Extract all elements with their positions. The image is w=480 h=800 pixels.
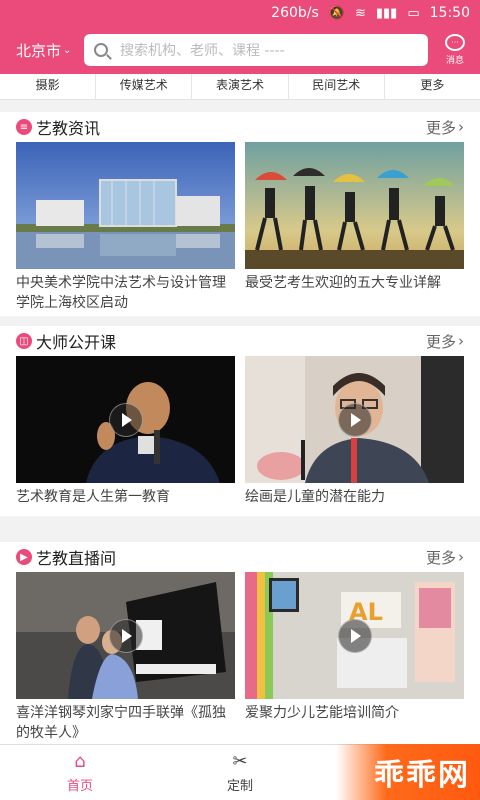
city-selector[interactable]: 北京市 ⌄ <box>16 40 74 61</box>
book-icon: ◫ <box>16 333 32 349</box>
chat-bubble-icon: ··· <box>445 34 465 51</box>
watermark-logo: 乖乖网 <box>336 744 480 800</box>
play-icon[interactable] <box>108 402 143 437</box>
search-box[interactable]: 搜索机构、老师、课程 ---- <box>84 34 428 66</box>
play-icon[interactable] <box>337 618 372 653</box>
more-link[interactable]: 更多 › <box>426 547 464 568</box>
category-item[interactable]: 传媒艺术 <box>96 74 193 99</box>
section-title: ≡ 艺教资讯 <box>16 115 100 139</box>
battery-icon: ▭ <box>407 5 420 21</box>
training-center-video-thumbnail: AL <box>245 572 464 699</box>
tab-home[interactable]: ⌂ 首页 <box>0 745 160 800</box>
more-link[interactable]: 更多 › <box>426 331 464 352</box>
live-card[interactable]: AL 爱聚力少儿艺能培训简介 <box>245 572 464 743</box>
message-label: 消息 <box>445 56 464 66</box>
section-live-room: ▶ 艺教直播间 更多 › 喜洋洋钢琴刘家宁四手联弹《孤独的牧羊人》 AL 爱聚力… <box>0 542 480 744</box>
category-item[interactable]: 更多 <box>385 74 480 99</box>
live-caption: 爱聚力少儿艺能培训简介 <box>245 705 399 721</box>
news-card[interactable]: 中央美术学院中法艺术与设计管理学院上海校区启动 <box>16 142 235 313</box>
tab-label: 首页 <box>66 778 93 794</box>
section-title-text: 大师公开课 <box>36 333 117 352</box>
section-title-text: 艺教资讯 <box>36 119 101 138</box>
video-card[interactable]: 绘画是儿童的潜在能力 <box>245 356 464 507</box>
chevron-right-icon: › <box>458 548 464 566</box>
city-label: 北京市 <box>16 41 62 60</box>
play-icon[interactable] <box>337 402 372 437</box>
scissors-icon: ✂ <box>232 750 248 772</box>
tab-custom[interactable]: ✂ 定制 <box>160 745 320 800</box>
live-caption: 喜洋洋钢琴刘家宁四手联弹《孤独的牧羊人》 <box>16 705 226 741</box>
signal-icon: ▮▮▮ <box>375 5 398 21</box>
video-caption: 艺术教育是人生第一教育 <box>16 489 170 505</box>
piano-video-thumbnail <box>16 572 235 699</box>
category-strip: 摄影 传媒艺术 表演艺术 民间艺术 更多 <box>0 74 480 100</box>
play-icon[interactable] <box>108 618 143 653</box>
top-header: 北京市 ⌄ 搜索机构、老师、课程 ---- ··· 消息 <box>0 26 480 74</box>
video-card[interactable]: 艺术教育是人生第一教育 <box>16 356 235 507</box>
category-item[interactable]: 摄影 <box>0 74 97 99</box>
museum-photo <box>16 142 235 269</box>
chevron-right-icon: › <box>458 118 464 136</box>
more-label: 更多 <box>425 548 456 567</box>
home-icon: ⌂ <box>74 750 86 772</box>
section-title: ▶ 艺教直播间 <box>16 545 116 569</box>
umbrella-dancers-photo <box>245 142 464 269</box>
chevron-down-icon: ⌄ <box>63 44 72 56</box>
chevron-right-icon: › <box>458 332 464 350</box>
category-item[interactable]: 表演艺术 <box>192 74 289 99</box>
speaker-video-thumbnail <box>16 356 235 483</box>
more-label: 更多 <box>425 118 456 137</box>
speaker-video-thumbnail <box>245 356 464 483</box>
section-master-class: ◫ 大师公开课 更多 › 艺术教育是人生第一教育 绘画是儿童的潜在能力 <box>0 326 480 516</box>
search-icon <box>94 43 108 57</box>
search-placeholder: 搜索机构、老师、课程 ---- <box>120 43 285 59</box>
section-title-text: 艺教直播间 <box>36 549 117 568</box>
section-title: ◫ 大师公开课 <box>16 329 116 353</box>
news-caption: 最受艺考生欢迎的五大专业详解 <box>245 275 441 291</box>
live-icon: ▶ <box>16 549 32 565</box>
section-art-news: ≡ 艺教资讯 更多 › 中央美术学院中法艺术与设计管理学院上海校区启动 最受艺考… <box>0 112 480 316</box>
news-card[interactable]: 最受艺考生欢迎的五大专业详解 <box>245 142 464 313</box>
section-header: ▶ 艺教直播间 更多 › <box>0 542 480 572</box>
mute-icon: 🔕 <box>328 5 345 21</box>
clock: 15:50 <box>429 5 470 21</box>
more-link[interactable]: 更多 › <box>426 117 464 138</box>
category-item[interactable]: 民间艺术 <box>289 74 385 99</box>
tab-label: 定制 <box>226 778 253 794</box>
news-caption: 中央美术学院中法艺术与设计管理学院上海校区启动 <box>16 275 226 311</box>
news-icon: ≡ <box>16 119 32 135</box>
video-caption: 绘画是儿童的潜在能力 <box>245 489 385 505</box>
message-button[interactable]: ··· 消息 <box>440 34 470 66</box>
more-label: 更多 <box>425 332 456 351</box>
live-card[interactable]: 喜洋洋钢琴刘家宁四手联弹《孤独的牧羊人》 <box>16 572 235 743</box>
section-header: ≡ 艺教资讯 更多 › <box>0 112 480 142</box>
status-bar: 260b/s 🔕 ≋ ▮▮▮ ▭ 15:50 <box>0 0 480 26</box>
section-header: ◫ 大师公开课 更多 › <box>0 326 480 356</box>
network-speed: 260b/s <box>271 5 319 21</box>
wifi-icon: ≋ <box>354 5 366 21</box>
